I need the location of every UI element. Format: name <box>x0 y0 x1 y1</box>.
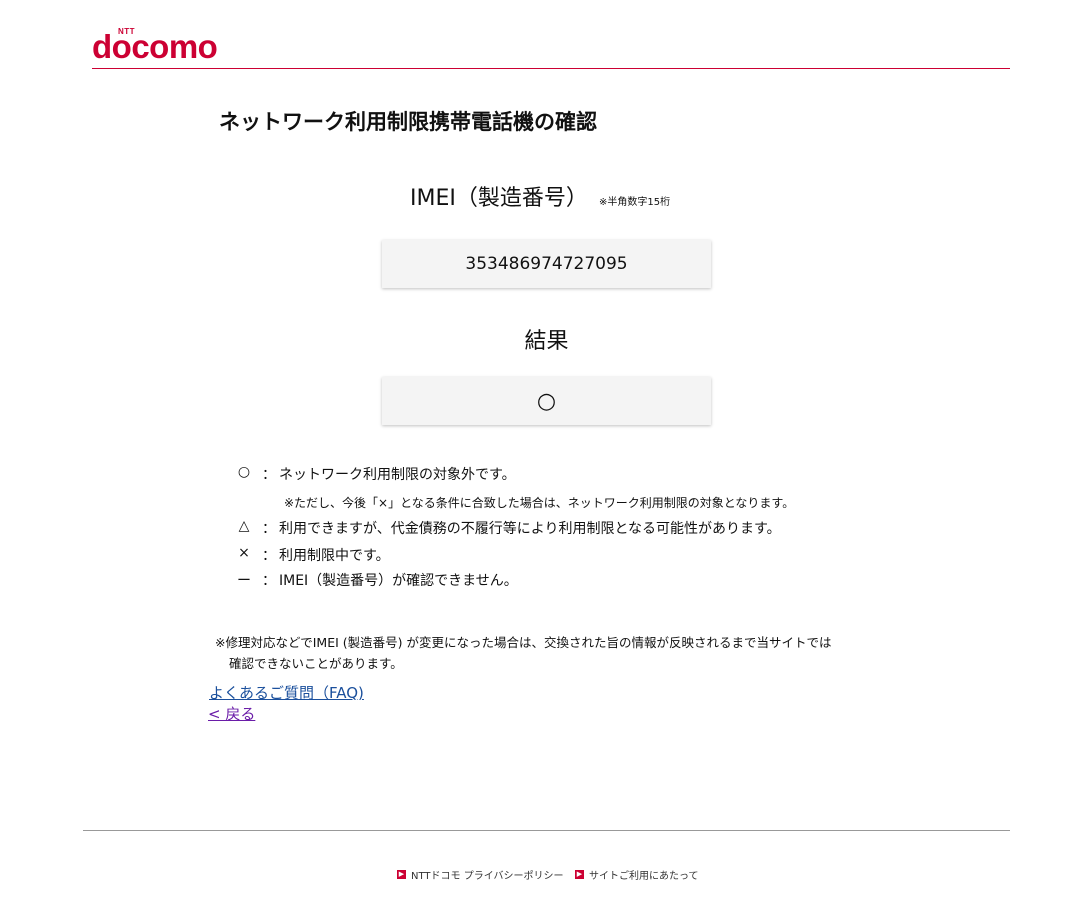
page-title: ネットワーク利用制限携帯電話機の確認 <box>219 110 597 134</box>
cross-icon: × <box>238 545 250 561</box>
triangle-icon: △ <box>238 518 250 534</box>
privacy-policy-label: NTTドコモ プライバシーポリシー <box>411 871 564 882</box>
arrow-right-icon: ▶ <box>397 870 406 879</box>
notice-line: ※修理対応などでIMEI (製造番号) が変更になった場合は、交換された旨の情報… <box>215 635 832 650</box>
imei-label: IMEI（製造番号） <box>410 186 588 211</box>
faq-link[interactable]: よくあるご質問（FAQ) <box>209 682 364 703</box>
legend-colon: ： <box>262 573 276 589</box>
legend-text-restricted: 利用制限中です。 <box>279 548 390 564</box>
arrow-right-icon: ▶ <box>575 870 584 879</box>
legend-text-unknown: IMEI（製造番号）が確認できません。 <box>279 573 518 589</box>
header-divider <box>92 68 1010 69</box>
imei-value-field[interactable]: 353486974727095 <box>382 240 711 288</box>
legend-colon: ： <box>262 521 276 537</box>
dash-icon: ー <box>237 573 251 589</box>
imei-note: ※半角数字15桁 <box>599 197 671 208</box>
docomo-logo[interactable]: docomo <box>92 28 218 66</box>
result-label: 結果 <box>524 329 569 354</box>
site-terms-label: サイトご利用にあたって <box>589 871 699 882</box>
privacy-policy-link[interactable]: ▶ NTTドコモ プライバシーポリシー <box>397 867 564 882</box>
back-link[interactable]: < 戻る <box>208 703 255 724</box>
notice-line: 確認できないことがあります。 <box>229 656 403 671</box>
legend-subnote: ※ただし、今後「×」となる条件に合致した場合は、ネットワーク利用制限の対象となり… <box>284 496 795 510</box>
footer-link-privacy-wrap: ▶ NTTドコモ プライバシーポリシー <box>397 867 564 882</box>
site-terms-link[interactable]: ▶ サイトご利用にあたって <box>575 867 699 882</box>
circle-icon: ○ <box>237 464 251 480</box>
result-value-field: ○ <box>382 377 711 425</box>
footer-link-terms-wrap: ▶ サイトご利用にあたって <box>575 867 699 882</box>
legend-colon: ： <box>262 467 276 483</box>
legend-colon: ： <box>262 548 276 564</box>
imei-change-notice: ※修理対応などでIMEI (製造番号) が変更になった場合は、交換された旨の情報… <box>215 632 831 674</box>
legend-text-warning: 利用できますが、代金債務の不履行等により利用制限となる可能性があります。 <box>279 521 781 537</box>
legend-text-ok: ネットワーク利用制限の対象外です。 <box>279 467 516 483</box>
footer-divider <box>83 830 1010 831</box>
